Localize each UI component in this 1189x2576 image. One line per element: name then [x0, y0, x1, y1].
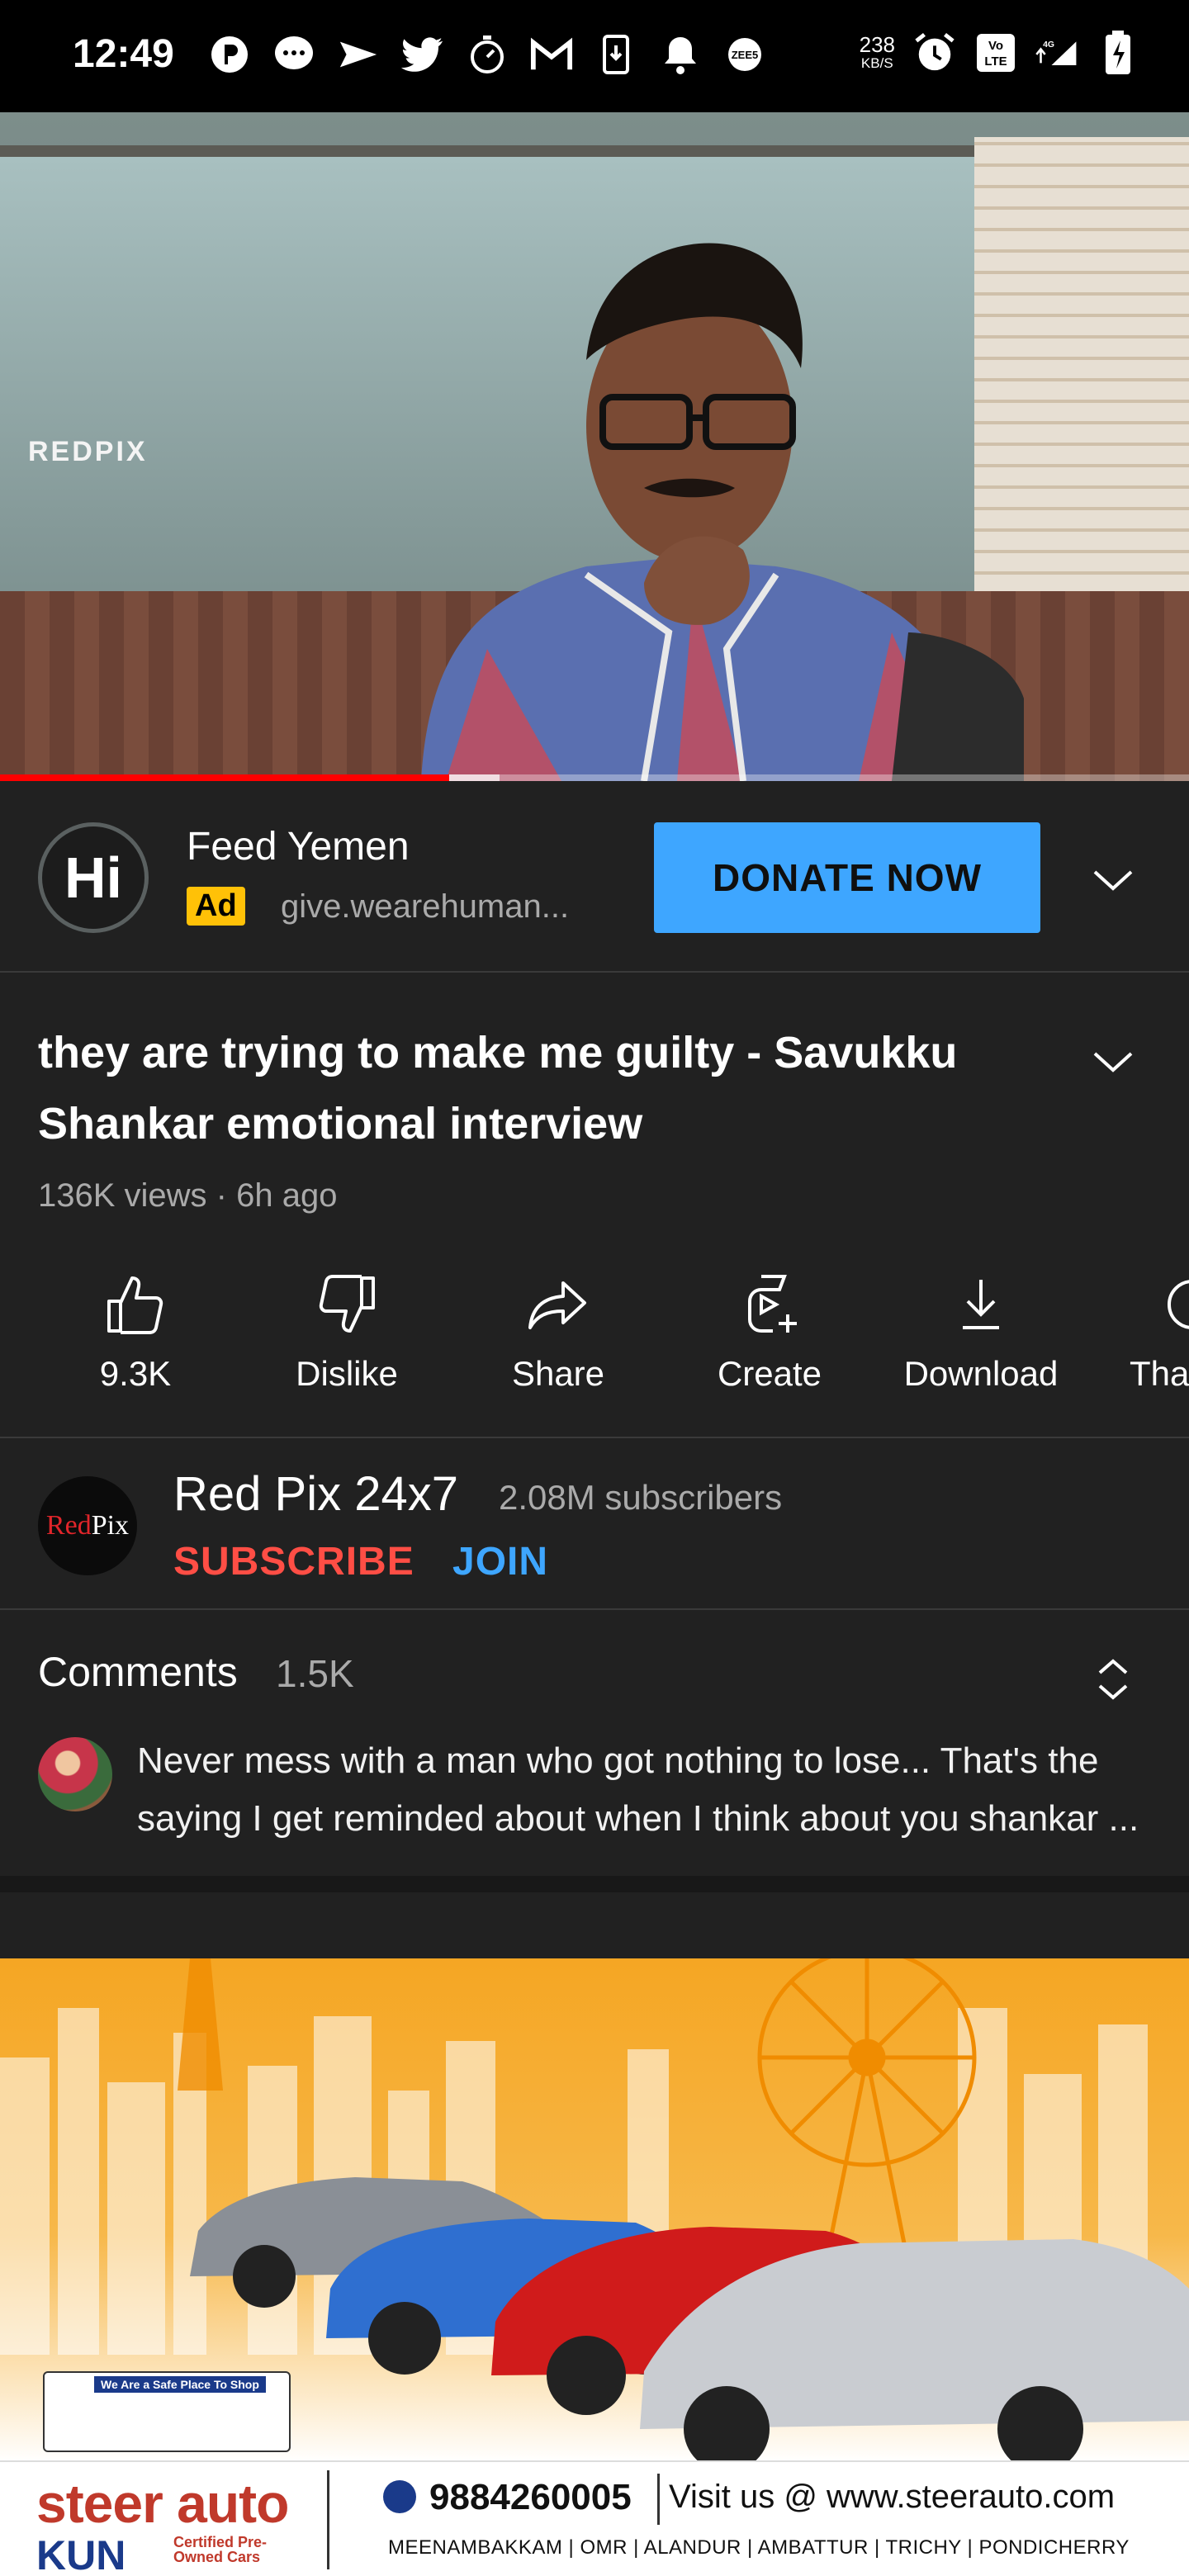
create-icon [748, 1275, 797, 1333]
comments-section[interactable]: Comments 1.5K Never mess with a man who … [0, 1612, 1189, 1876]
ad-row[interactable]: Hi Feed Yemen Ad give.wearehuman... DONA… [0, 781, 1189, 973]
video-watermark: REDPIX [28, 436, 148, 467]
ad-logo[interactable]: Hi [38, 822, 149, 933]
website-text[interactable]: Visit us @ www.steerauto.com [669, 2479, 1115, 2516]
p-app-icon [208, 30, 251, 79]
like-button[interactable]: 9.3K [36, 1263, 234, 1428]
zee5-icon: ZEE5 [723, 30, 766, 79]
comments-count: 1.5K [276, 1652, 354, 1695]
speed-value: 238 [859, 32, 895, 57]
speed-unit: KB/S [860, 55, 893, 71]
video-player[interactable]: REDPIX [0, 112, 1189, 781]
action-bar: 9.3K Dislike Share Create Download Tha [0, 1263, 1189, 1438]
banner-footer: steer auto KUN Certified Pre-Owned Cars … [0, 2460, 1189, 2576]
download-button[interactable]: Download [882, 1263, 1080, 1428]
banner-ad[interactable]: We Are a Safe Place To Shop steer auto K… [0, 1958, 1189, 2576]
brand-name: steer auto [36, 2473, 289, 2534]
signal-icon: 4G [1035, 28, 1078, 78]
send-icon [337, 30, 380, 79]
comments-heading: Comments [38, 1649, 238, 1695]
stopwatch-icon [466, 30, 509, 79]
thumbs-down-icon [319, 1275, 375, 1333]
svg-text:Vo: Vo [988, 39, 1003, 53]
channel-avatar[interactable]: Red Pix [38, 1476, 137, 1575]
share-icon [528, 1281, 586, 1329]
dislike-label: Dislike [296, 1354, 398, 1393]
dislike-button[interactable]: Dislike [248, 1263, 446, 1428]
avatar-white-text: Pix [91, 1510, 130, 1541]
video-title[interactable]: they are trying to make me guilty - Savu… [38, 1017, 1045, 1159]
share-button[interactable]: Share [459, 1263, 657, 1428]
avatar-red-text: Red [45, 1510, 92, 1541]
safe-shop-badge: We Are a Safe Place To Shop [43, 2371, 291, 2452]
brand-certified: Certified Pre-Owned Cars [173, 2534, 268, 2565]
video-progress-bar[interactable] [0, 774, 1189, 781]
ad-badge: Ad [187, 887, 245, 926]
expand-collapse-icon[interactable] [1088, 1655, 1138, 1704]
expand-description-icon[interactable] [1088, 1037, 1138, 1087]
svg-text:ZEE5: ZEE5 [732, 49, 759, 61]
volte-icon: Vo LTE [974, 28, 1017, 78]
banner-top-spacer [0, 1892, 1189, 1958]
subscriber-count: 2.08M subscribers [499, 1478, 783, 1517]
commenter-avatar [38, 1737, 112, 1811]
network-speed: 238 KB/S [860, 34, 895, 72]
video-frame-person [421, 243, 1024, 781]
thanks-button[interactable]: Tha [1093, 1263, 1189, 1428]
channel-row: Red Pix Red Pix 24x7 2.08M subscribers SU… [0, 1442, 1189, 1610]
status-time: 12:49 [73, 32, 174, 76]
channel-name[interactable]: Red Pix 24x7 [173, 1466, 458, 1522]
status-bar: 12:49 ZEE5 238 KB/S Vo LTE 4G [0, 0, 1189, 112]
phone-icon [383, 2480, 416, 2513]
chevron-down-icon[interactable] [1088, 855, 1138, 905]
share-label: Share [511, 1354, 605, 1393]
bell-icon [659, 30, 702, 79]
twitter-icon [401, 30, 444, 79]
phone-number[interactable]: 9884260005 [429, 2477, 632, 2518]
thumbs-up-icon [107, 1276, 163, 1334]
create-button[interactable]: Create [670, 1263, 869, 1428]
phone-separator [657, 2474, 660, 2525]
download-label: Download [903, 1354, 1059, 1393]
footer-divider [327, 2470, 329, 2569]
top-comment-text: Never mess with a man who got nothing to… [137, 1740, 1139, 1839]
brand-sub: KUN [36, 2532, 126, 2576]
safe-shop-label: We Are a Safe Place To Shop [94, 2376, 266, 2393]
locations-text: MEENAMBAKKAM | OMR | ALANDUR | AMBATTUR … [388, 2536, 1130, 2559]
create-label: Create [717, 1354, 822, 1393]
gmail-icon [530, 30, 573, 79]
join-button[interactable]: JOIN [452, 1539, 548, 1584]
svg-text:LTE: LTE [984, 54, 1007, 69]
video-meta: 136K views · 6h ago [38, 1177, 338, 1214]
chat-bubble-icon [272, 30, 315, 79]
alarm-icon [913, 28, 956, 78]
thanks-icon [1168, 1280, 1189, 1329]
battery-charging-icon [1097, 28, 1139, 78]
network-type: 4G [1043, 40, 1054, 50]
subscribe-button[interactable]: SUBSCRIBE [173, 1539, 414, 1584]
ad-url[interactable]: give.wearehuman... [281, 888, 603, 926]
system-icons: 238 KB/S Vo LTE 4G [860, 28, 1139, 78]
download-icon [594, 30, 637, 79]
donate-now-button[interactable]: DONATE NOW [654, 822, 1040, 933]
thanks-label: Tha [1130, 1354, 1189, 1393]
ad-title[interactable]: Feed Yemen [187, 824, 410, 869]
download-icon [963, 1280, 999, 1329]
notification-icons: ZEE5 [208, 30, 766, 79]
progress-played [0, 774, 450, 781]
like-count: 9.3K [99, 1354, 172, 1393]
